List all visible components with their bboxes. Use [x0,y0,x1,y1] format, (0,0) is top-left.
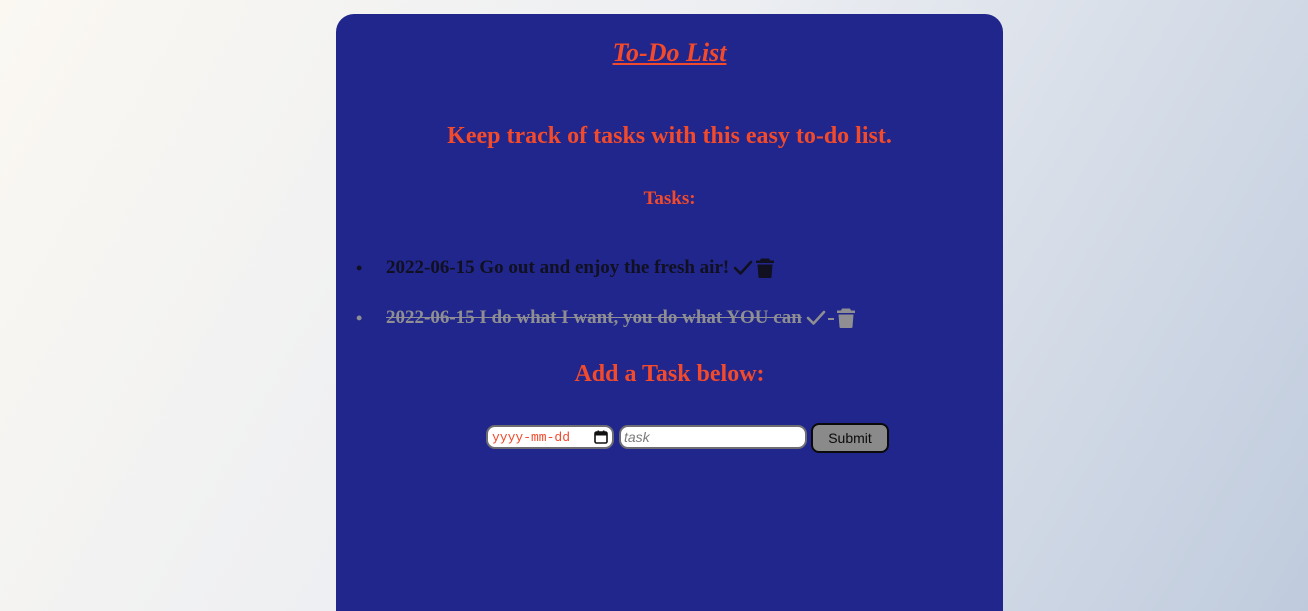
trash-icon[interactable] [755,257,775,279]
check-icon[interactable] [806,309,826,327]
page-title: To-Do List [612,38,727,67]
task-list: • 2022-06-15 Go out and enjoy the fresh … [356,254,856,354]
task-input[interactable] [619,425,807,449]
check-icon[interactable] [733,259,753,277]
submit-button[interactable]: Submit [811,423,889,453]
todo-card: To-Do List Keep track of tasks with this… [336,14,1003,611]
task-item-completed: • 2022-06-15 I do what I want, you do wh… [356,304,856,354]
add-task-heading: Add a Task below: [574,361,765,387]
tagline: Keep track of tasks with this easy to-do… [447,123,892,149]
date-input[interactable]: yyyy-mm-dd [486,425,614,449]
date-placeholder: yyyy-mm-dd [492,429,571,445]
task-item: • 2022-06-15 Go out and enjoy the fresh … [356,254,856,304]
task-text: 2022-06-15 Go out and enjoy the fresh ai… [386,257,730,278]
strikethrough-line [827,318,834,320]
trash-icon[interactable] [836,307,856,329]
task-text: 2022-06-15 I do what I want, you do what… [386,307,802,328]
calendar-icon[interactable] [594,430,608,444]
bullet-icon: • [356,258,363,278]
tasks-heading: Tasks: [643,188,696,209]
bullet-icon: • [356,308,363,328]
